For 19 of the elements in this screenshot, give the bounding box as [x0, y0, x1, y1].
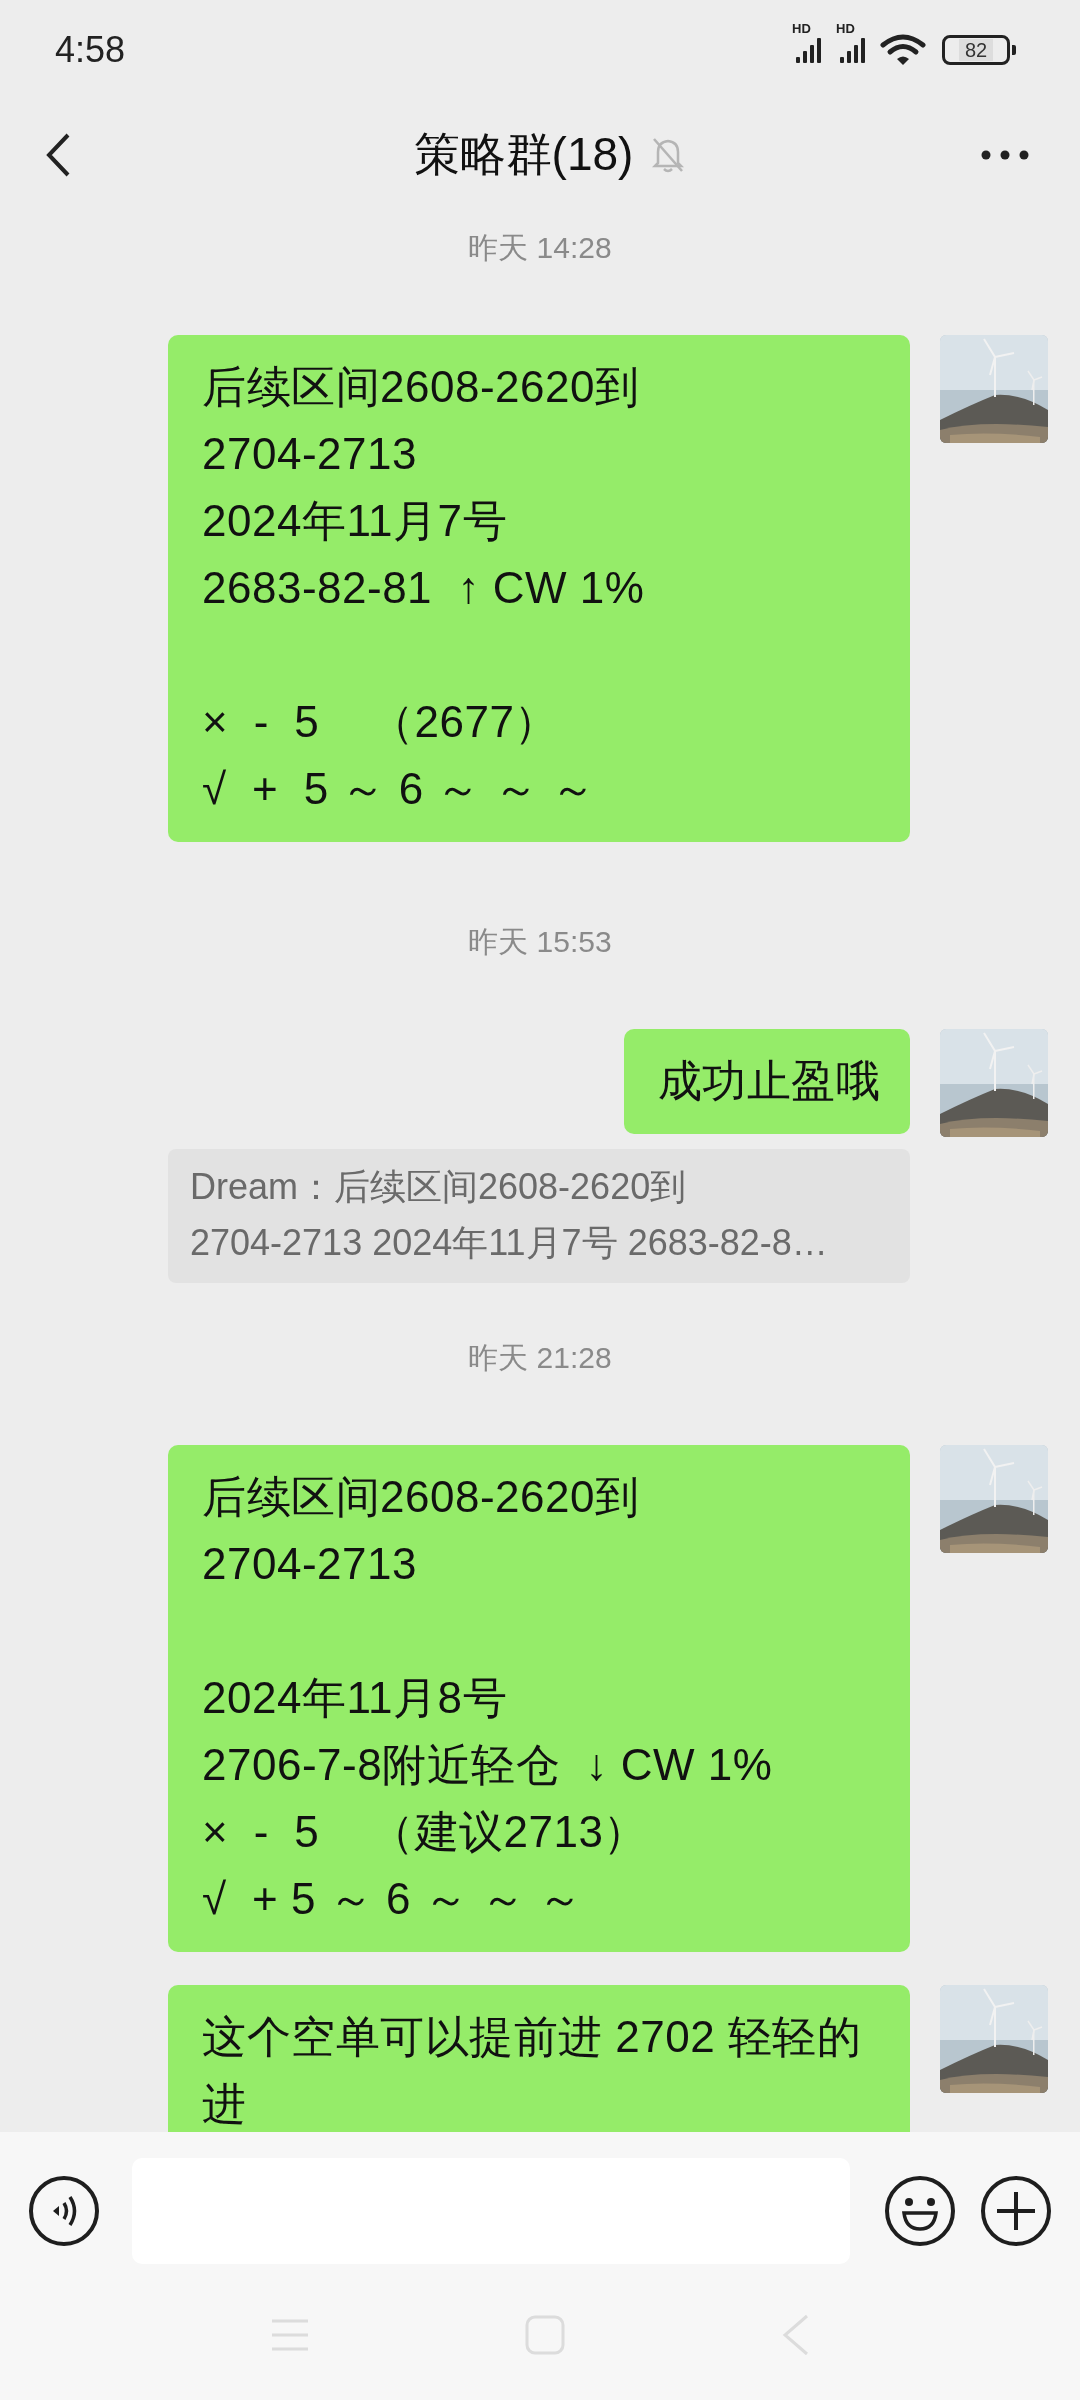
message-bubble[interactable]: 后续区间2608-2620到 2704-2713 2024年11月8号 2706-7-8附近轻仓 ↓ CW 1% × - 5 （建议2713） √ + 5 ～ 6 ～ ～ ～: [168, 1445, 910, 1952]
status-time: 4:58: [55, 29, 126, 71]
wifi-icon: [880, 33, 926, 67]
timestamp: 昨天 15:53: [468, 925, 612, 958]
message-bubble[interactable]: 后续区间2608-2620到 2704-2713 2024年11月7号 2683-82-81 ↑ CW 1% × - 5 （2677） √ + 5 ～ 6 ～ ～ ～: [168, 335, 910, 842]
network-label: HD: [792, 21, 811, 36]
back-icon[interactable]: [45, 132, 71, 178]
add-icon[interactable]: [980, 2175, 1052, 2247]
message-bubble[interactable]: 成功止盈哦: [623, 1029, 910, 1134]
voice-icon[interactable]: [28, 2175, 100, 2247]
network-label: HD: [836, 21, 855, 36]
timestamp: 昨天 21:28: [468, 1341, 612, 1374]
chat-title: 策略群(18): [413, 127, 634, 182]
battery-level: 82: [958, 39, 994, 61]
quoted-message[interactable]: Dream：后续区间2608-2620到 2704-2713 2024年11月7号 2683-82-8…: [168, 1149, 910, 1283]
more-icon[interactable]: [980, 149, 1030, 161]
emoji-icon[interactable]: [884, 2175, 956, 2247]
timestamp: 昨天 14:28: [468, 231, 612, 264]
message-bubble[interactable]: 这个空单可以提前进 2702 轻轻的进: [168, 1985, 910, 2132]
